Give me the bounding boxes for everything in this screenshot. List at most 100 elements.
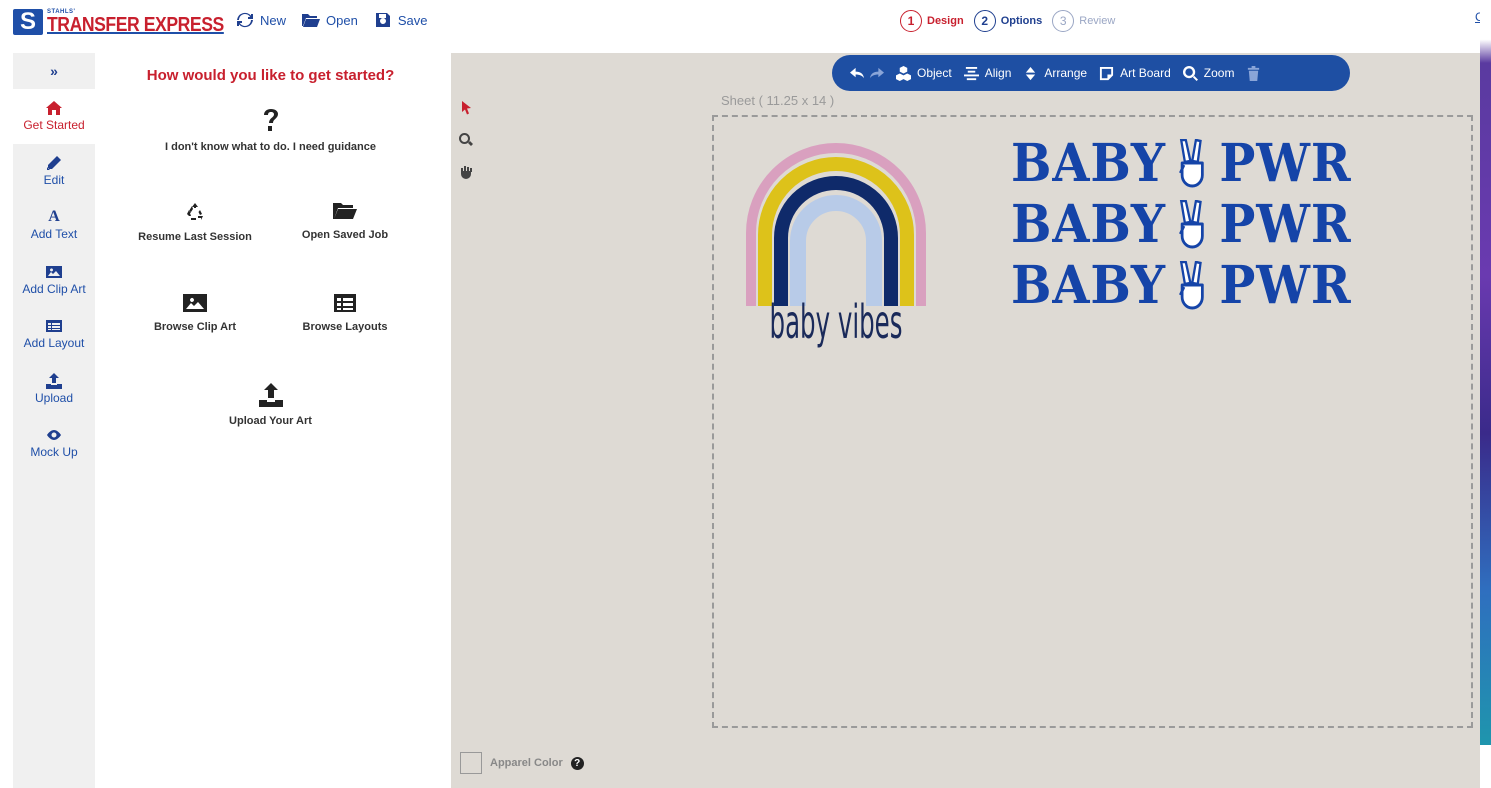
nav-add-layout[interactable]: Add Layout [13,307,95,362]
open-saved-job-option[interactable]: Open Saved Job [265,201,425,241]
layout-icon [46,320,62,333]
upload-icon [46,372,62,389]
browse-clip-art-option[interactable]: Browse Clip Art [115,293,275,333]
rainbow-caption: baby vibes [770,296,903,350]
step-label: Design [927,15,964,27]
new-button-label: New [260,12,287,28]
resume-session-option[interactable]: Resume Last Session [115,201,275,243]
arrange-menu[interactable]: Arrange [1023,66,1087,81]
open-saved-job-label: Open Saved Job [301,229,389,241]
save-icon [375,13,390,27]
nav-label: Add Text [30,227,78,242]
cubes-icon [896,65,911,81]
nav-upload[interactable]: Upload [13,362,95,417]
apparel-color-swatch[interactable] [460,752,482,774]
browse-layouts-option[interactable]: Browse Layouts [265,293,425,333]
image-icon [183,294,207,312]
pwr-text: PWR [1219,255,1352,316]
refresh-icon [237,12,253,28]
baby-pwr-art[interactable]: BABY PWR BABY PWR BABY PWR [1011,133,1352,316]
new-button[interactable]: New [236,12,286,28]
design-workspace[interactable]: Object Align Arrange Art Board Zoom Shee… [451,53,1480,788]
guidance-option-label: I don't know what to do. I need guidance [164,141,376,153]
pointer-icon[interactable] [459,101,473,115]
nav-label: Upload [34,390,74,405]
artboard-label: Art Board [1120,66,1171,80]
canvas-tools [459,101,473,179]
eye-icon [47,430,61,441]
guidance-option[interactable]: I don't know what to do. I need guidance [95,109,446,153]
baby-pwr-line: BABY PWR [1011,194,1352,255]
upload-art-label: Upload Your Art [229,415,312,427]
nav-edit[interactable]: Edit [13,144,95,199]
upload-art-option[interactable]: Upload Your Art [95,383,446,427]
apparel-color-label: Apparel Color [490,757,563,769]
open-button[interactable]: Open [302,12,358,28]
baby-vibes-rainbow-art[interactable]: baby vibes [741,138,931,368]
recycle-icon [187,203,203,220]
hand-pan-icon[interactable] [459,165,473,179]
right-edge-strip [1480,0,1491,788]
artboard-menu[interactable]: Art Board [1099,66,1171,81]
progress-steps: 1 Design 2 Options 3 Review [900,10,1115,32]
upload-icon [258,383,283,407]
step-number: 1 [900,10,922,32]
folder-open-icon [302,14,321,27]
object-menu[interactable]: Object [896,65,952,81]
zoom-label: Zoom [1203,66,1235,80]
browse-clip-art-label: Browse Clip Art [153,321,237,333]
layout-icon [334,294,356,312]
step-label: Options [1000,15,1043,27]
baby-pwr-line: BABY PWR [1011,133,1352,194]
folder-open-icon [333,203,357,219]
redo-button[interactable] [869,66,884,81]
nav-label: Add Layout [23,336,85,351]
brand-logo[interactable]: S STAHLS' TRANSFER EXPRESS [13,8,248,36]
step-number: 3 [1052,10,1075,32]
delete-button[interactable] [1246,65,1261,81]
step-design[interactable]: 1 Design [900,10,964,32]
question-icon [263,109,278,131]
baby-text: BABY [1011,255,1166,316]
open-button-label: Open [326,12,358,28]
align-icon [963,66,979,80]
left-nav: » Get Started Edit A Add Text Add Clip A… [13,53,95,788]
pencil-icon [47,155,61,170]
step-label: Review [1079,15,1116,27]
text-a-icon: A [48,208,60,226]
image-icon [46,265,62,278]
sheet-size-label: Sheet ( 11.25 x 14 ) [721,93,835,108]
nav-label: Mock Up [30,445,78,460]
step-review[interactable]: 3 Review [1052,10,1115,32]
save-button-label: Save [397,12,428,28]
step-number: 2 [973,10,996,32]
nav-add-text[interactable]: A Add Text [13,198,95,253]
help-icon[interactable]: ? [570,756,584,770]
right-edge-gap [1480,745,1491,788]
zoom-menu[interactable]: Zoom [1182,65,1235,81]
brand-logo-mark: S [13,8,43,35]
save-button[interactable]: Save [374,12,428,28]
nav-mock-up[interactable]: Mock Up [13,416,95,471]
browse-layouts-label: Browse Layouts [302,321,388,333]
baby-text: BABY [1011,194,1166,255]
arrange-label: Arrange [1044,66,1088,80]
nav-label: Edit [43,172,65,187]
align-menu[interactable]: Align [963,66,1011,81]
nav-label: Add Clip Art [22,281,86,296]
home-icon [46,101,62,116]
undo-button[interactable] [850,66,865,81]
file-actions: New Open Save [236,12,427,28]
peace-hand-icon [1179,199,1205,248]
step-options[interactable]: 2 Options [973,10,1043,32]
nav-get-started[interactable]: Get Started [13,89,95,144]
panel-title: How would you like to get started? [146,67,395,84]
object-label: Object [917,66,952,80]
canvas-toolbar: Object Align Arrange Art Board Zoom [832,55,1350,91]
resume-session-label: Resume Last Session [138,231,252,243]
expand-nav-toggle[interactable]: » [13,53,95,89]
peace-hand-icon [1179,138,1205,187]
nav-add-clip-art[interactable]: Add Clip Art [13,253,95,308]
zoom-tool-icon[interactable] [459,133,473,147]
undo-icon [850,67,865,78]
